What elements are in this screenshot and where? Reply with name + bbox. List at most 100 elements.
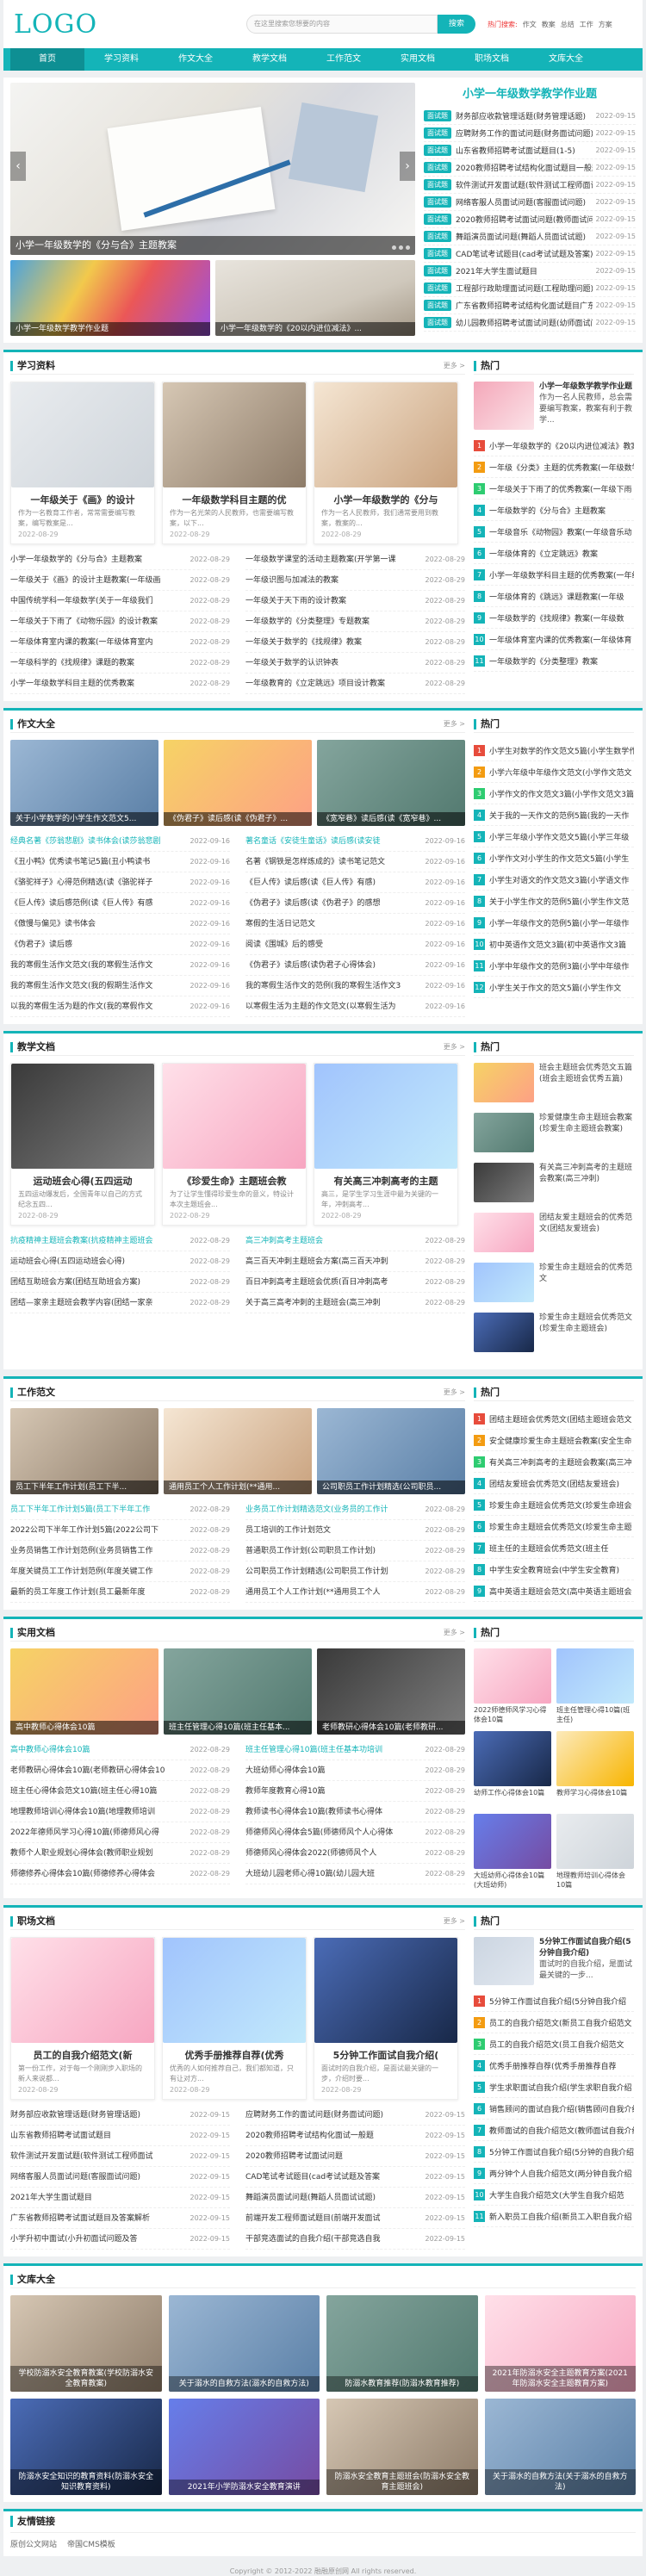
list-item[interactable]: 应聘财务工作的面试问题(财务面试问题) 2022-09-15	[245, 2105, 465, 2126]
list-item[interactable]: 运动班会心得(五四运动班会心得) 2022-08-29	[10, 1251, 230, 1272]
list-item[interactable]: 高三百天冲刺主题班会方案(高三百天冲刺 2022-08-29	[245, 1251, 465, 1272]
side-grid-item[interactable]: 班主任管理心得10篇(班主任)	[556, 1648, 634, 1726]
list-item[interactable]: 《丑小鸭》优秀读书笔记5篇(丑小鸭读书 2022-09-16	[10, 852, 230, 872]
list-item[interactable]: 教师个人职业规划心得体会(教师职业规划 2022-08-29	[10, 1843, 230, 1864]
article-card[interactable]: 员工的自我介绍范文(新 第一份工作，对于每一个刚刚步入职场的新人来说都... 202…	[10, 1937, 155, 2100]
list-item[interactable]: 师德修养心得体会10篇(师德修养心得体会 2022-08-29	[10, 1864, 230, 1884]
thumb-card[interactable]: 高中教师心得体会10篇	[10, 1648, 158, 1735]
rank-item[interactable]: 6 珍爱生命主题班会优秀范文(珍爱生命主题	[474, 1516, 634, 1537]
rank-item[interactable]: 9 一年级数学的《找规律》教案(一年级数	[474, 607, 634, 629]
rank-item[interactable]: 6 销售顾问的面试自我介绍(销售顾问自我介绍	[474, 2098, 634, 2120]
list-item[interactable]: 高三冲刺高考主题班会 2022-08-29	[245, 1231, 465, 1251]
list-item[interactable]: 寒假的生活日记范文 2022-09-16	[245, 914, 465, 934]
news-item[interactable]: 面试题 2021年大学生面试题目 2022-09-15	[424, 263, 636, 280]
list-item[interactable]: 《伪君子》读后感(读《伪君子》的感想 2022-09-16	[245, 893, 465, 914]
side-hero[interactable]: 5分钟工作面试自我介绍(5分钟自我介绍) 面试时的自我介绍，是面试最关键的一步..…	[474, 1937, 634, 1985]
list-item[interactable]: 师德师风心得体会5篇(师德师风个人心得体 2022-08-29	[245, 1822, 465, 1843]
slider-dots[interactable]	[392, 245, 410, 250]
list-item[interactable]: 中国传统学科一年级数学(关于一年级我们 2022-08-29	[10, 591, 230, 611]
library-card[interactable]: 防溺水教育推荐(防溺水教育推荐)	[326, 2295, 478, 2392]
list-item[interactable]: 山东省教师招聘考试面试题目 2022-09-15	[10, 2126, 230, 2146]
thumb-card[interactable]: 通用员工个人工作计划(**通用...	[164, 1408, 312, 1494]
list-item[interactable]: 2022年德师风学习心得10篇(师德师风心得 2022-08-29	[10, 1822, 230, 1843]
rank-item[interactable]: 10 初中英语作文范文3篇(初中英语作文3篇	[474, 934, 634, 955]
rank-item[interactable]: 12 小学生关于作文的范文5篇(小学生作文	[474, 977, 634, 998]
friend-link[interactable]: 帝国CMS模板	[67, 2538, 115, 2549]
list-item[interactable]: 经典名著《莎翁悲剧》读书体会(读莎翁悲剧 2022-09-16	[10, 831, 230, 852]
news-item[interactable]: 面试题 2020教师招聘考试结构化面试题目一般题 2022-09-15	[424, 159, 636, 177]
news-item[interactable]: 面试题 广东省教师招聘考试结构化面试题目广东省 2022-09-15	[424, 297, 636, 314]
rank-item[interactable]: 6 一年级体育的《立定跳远》教案	[474, 543, 634, 564]
rank-item[interactable]: 11 一年级数学的《分类整理》教案	[474, 650, 634, 672]
side-grid-item[interactable]: 教师学习心得体会10篇	[556, 1731, 634, 1809]
rank-item[interactable]: 2 安全健康珍爱生命主题班会教案(安全生命	[474, 1430, 634, 1451]
list-item[interactable]: 名著《钢铁是怎样炼成的》读书笔记范文 2022-09-16	[245, 852, 465, 872]
rank-item[interactable]: 9 高中英语主题班会范文(高中英语主题班会	[474, 1580, 634, 1602]
side-grid-item[interactable]: 幼师工作心得体会10篇	[474, 1731, 551, 1809]
list-item[interactable]: 2020教师招聘考试面试问题 2022-09-15	[245, 2146, 465, 2167]
list-item[interactable]: 大班幼师心得体会10篇 2022-08-29	[245, 1760, 465, 1781]
library-card[interactable]: 防溺水安全教育主题班会(防溺水安全教育主题班会)	[326, 2399, 478, 2495]
side-item[interactable]: 珍爱生命主题班会优秀范文(珍爱生命主题班会)	[474, 1313, 634, 1357]
library-card[interactable]: 关于溺水的自救方法(溺水的自救方法)	[168, 2295, 320, 2392]
list-item[interactable]: 员工下半年工作计划5篇(员工下半年工作 2022-08-29	[10, 1499, 230, 1520]
list-item[interactable]: 一年级关于《画》的设计主题教案(一年级画 2022-08-29	[10, 570, 230, 591]
rank-item[interactable]: 5 小学三年级小学作文范文5篇(小学三年级	[474, 826, 634, 847]
list-item[interactable]: 小学一年级数学科目主题的优秀教案 2022-08-29	[10, 673, 230, 694]
list-item[interactable]: 阅读《围城》后的感受 2022-09-16	[245, 934, 465, 955]
hot-term[interactable]: 方案	[599, 20, 612, 29]
nav-item-work[interactable]: 工作范文	[307, 48, 381, 71]
article-card[interactable]: 小学一年级数学的《分与 作为一名人民教师，我们通常要用到教案，教案的... 2022…	[314, 382, 458, 544]
nav-item-teach[interactable]: 教学文档	[233, 48, 307, 71]
rank-item[interactable]: 11 新入职员工自我介绍(新员工入职自我介绍	[474, 2206, 634, 2227]
rank-item[interactable]: 10 大学生自我介绍范文(大学生自我介绍范	[474, 2184, 634, 2206]
thumb-card[interactable]: 公司职员工作计划精选(公司职员...	[317, 1408, 465, 1494]
list-item[interactable]: 高中教师心得体会10篇 2022-08-29	[10, 1740, 230, 1760]
article-card[interactable]: 有关高三冲刺高考的主题 高三，是学生学习生涯中最为关键的一年，冲刺高考... 202…	[314, 1063, 458, 1226]
rank-item[interactable]: 1 团结主题班会优秀范文(团结主题班会范文	[474, 1408, 634, 1430]
list-item[interactable]: 教师年度教育心得10篇 2022-08-29	[245, 1781, 465, 1802]
rank-item[interactable]: 7 教师面试的自我介绍范文(教师面试自我介绍	[474, 2120, 634, 2141]
rank-item[interactable]: 8 5分钟工作面试自我介绍(5分钟的自我介绍	[474, 2141, 634, 2163]
list-item[interactable]: 以寒假生活为主题的作文范文(以寒假生活为 2022-09-16	[245, 996, 465, 1017]
news-title[interactable]: 小学一年级数学教学作业题	[424, 84, 636, 101]
rank-item[interactable]: 3 员工的自我介绍范文(员工自我介绍范文	[474, 2033, 634, 2055]
article-card[interactable]: 5分钟工作面试自我介绍(面试时的自我介绍，是面试最关键的一步，介绍时要... 20…	[314, 1937, 458, 2100]
thumb-card[interactable]: 《宽窄巷》读后感(读《宽窄巷》...	[317, 740, 465, 826]
list-item[interactable]: 《傲慢与偏见》读书体会 2022-09-16	[10, 914, 230, 934]
section-title[interactable]: 工作范文	[10, 1387, 55, 1398]
rank-item[interactable]: 8 关于小学生作文的范例5篇(小学生作文范	[474, 891, 634, 912]
site-logo[interactable]: LOGO	[14, 9, 246, 40]
more-link[interactable]: 更多 >	[444, 719, 465, 729]
list-item[interactable]: 业务员工作计划精选范文(业务员的工作计 2022-08-29	[245, 1499, 465, 1520]
list-item[interactable]: 一年级关于下雨了《动物乐园》的设计教案 2022-08-29	[10, 611, 230, 632]
side-grid-item[interactable]: 2022师德师风学习心得体会10篇	[474, 1648, 551, 1726]
rank-item[interactable]: 7 小学生对语文的作文范文3篇(小学语文作	[474, 869, 634, 891]
rank-item[interactable]: 1 小学生对数学的作文范文5篇(小学生数学作	[474, 740, 634, 761]
list-item[interactable]: 《伪君子》读后感 2022-09-16	[10, 934, 230, 955]
rank-item[interactable]: 11 小学中年级作文的范例3篇(小学中年级作	[474, 955, 634, 977]
side-grid-item[interactable]: 大班幼师心得体会10篇(大班幼师)	[474, 1814, 551, 1891]
list-item[interactable]: 一年级关于数学的《找规律》教案 2022-08-29	[245, 632, 465, 653]
nav-item-library[interactable]: 文库大全	[529, 48, 603, 71]
thumb-card[interactable]: 员工下半年工作计划(员工下半...	[10, 1408, 158, 1494]
list-item[interactable]: 地理教师培训心得体会10篇(地理教师培训 2022-08-29	[10, 1802, 230, 1822]
list-item[interactable]: 一年级体育室内课的教案(一年级体育室内 2022-08-29	[10, 632, 230, 653]
side-hero[interactable]: 小学一年级数学教学作业题 作为一名人民教师，总会需要编写教案，教案有利于教学...	[474, 382, 634, 430]
library-card[interactable]: 学校防溺水安全教育教案(学校防溺水安全教育教案)	[10, 2295, 162, 2392]
section-title[interactable]: 作文大全	[10, 718, 55, 729]
rank-item[interactable]: 4 优秀手册推荐自荐(优秀手册推荐自荐	[474, 2055, 634, 2076]
news-item[interactable]: 面试题软件测试开发面试题(软件测试工程师面试题)2022-09-15	[424, 177, 636, 194]
list-item[interactable]: 2020教师招聘考试结构化面试一般题 2022-09-15	[245, 2126, 465, 2146]
rank-item[interactable]: 5 珍爱生命主题班会优秀范文(珍爱生命班会	[474, 1494, 634, 1516]
news-item[interactable]: 面试题 财务部应收款管理话题(财务管理话题) 2022-09-15	[424, 108, 636, 125]
list-item[interactable]: 小学一年级数学的《分与合》主题教案 2022-08-29	[10, 549, 230, 570]
rank-item[interactable]: 8 中学生安全教育班会(中学生安全教育)	[474, 1559, 634, 1580]
list-item[interactable]: 最新的员工年度工作计划(员工最新年度 2022-08-29	[10, 1582, 230, 1603]
library-card[interactable]: 2021年防溺水安全主题教育方案(2021年防溺水安全主题教育方案)	[484, 2295, 636, 2392]
list-item[interactable]: 师德师风心得体会2022(师德师风个人 2022-08-29	[245, 1843, 465, 1864]
list-item[interactable]: 员工培训的工作计划范文 2022-08-29	[245, 1520, 465, 1541]
side-item[interactable]: 团结友爱主题班会的优秀范文(团结友爱班会)	[474, 1213, 634, 1257]
nav-item-essay[interactable]: 作文大全	[158, 48, 233, 71]
rank-item[interactable]: 7 班主任的主题班会优秀范文(班主任	[474, 1537, 634, 1559]
